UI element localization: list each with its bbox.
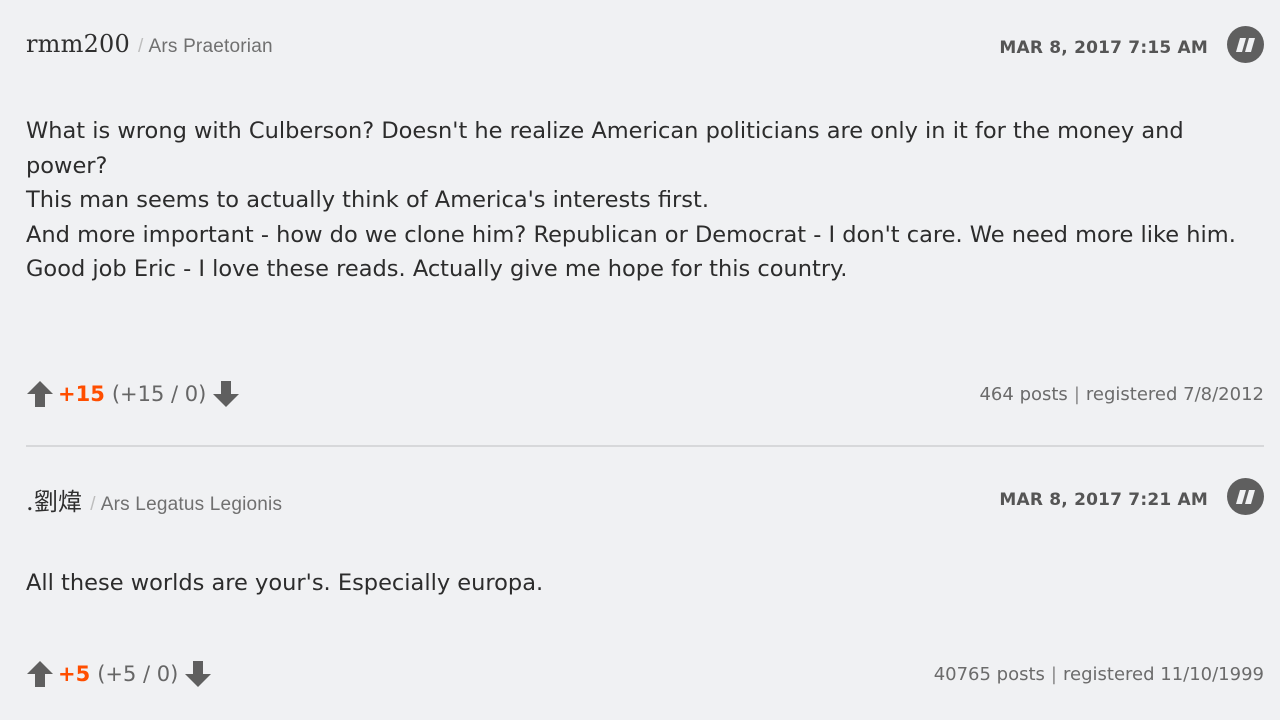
vote-breakdown: (+5 / 0)	[97, 662, 179, 686]
vote-score: +15	[58, 382, 105, 406]
upvote-arrow-icon[interactable]	[26, 379, 54, 409]
comment-footer: +15 (+15 / 0) 464 posts | registered 7/8/2…	[26, 377, 1264, 411]
quote-icon	[1236, 38, 1255, 52]
comment: rmm200/Ars Praetorian MAR 8, 2017 7:15 A…	[26, 26, 1264, 407]
author-name[interactable]: .劉煒 / Ars Legatus Legionis	[26, 482, 282, 517]
post-timestamp[interactable]: MAR 8, 2017 7:15 AM	[999, 38, 1208, 58]
comment-body: What is wrong with Culberson? Doesn't he…	[26, 118, 1236, 282]
comment-header: .劉煒 / Ars Legatus Legionis MAR 8, 2017 7:2…	[26, 478, 1264, 518]
downvote-arrow-icon[interactable]	[212, 379, 240, 409]
author-rank: / Ars Praetorian	[138, 36, 273, 57]
post-count[interactable]: 464 posts	[979, 384, 1067, 405]
post-count[interactable]: 40765 posts	[934, 664, 1045, 685]
author-rank: / Ars Legatus Legionis	[90, 494, 283, 515]
vote-controls: +15 (+15 / 0)	[26, 377, 240, 411]
post-timestamp[interactable]: MAR 8, 2017 7:21 AM	[999, 490, 1208, 510]
comment-footer: +5 (+5 / 0) 40765 posts | registered 11/10…	[26, 657, 1264, 691]
quote-icon	[1236, 490, 1255, 504]
comment-divider	[26, 445, 1264, 447]
vote-breakdown: (+15 / 0)	[111, 382, 207, 406]
downvote-arrow-icon[interactable]	[184, 659, 212, 689]
quote-button[interactable]	[1227, 26, 1264, 63]
comment-body: All these worlds are your's. Especially …	[26, 570, 544, 596]
comment-header: rmm200/Ars Praetorian MAR 8, 2017 7:15 A…	[26, 26, 1264, 66]
registration-date: registered 7/8/2012	[1085, 384, 1264, 405]
quote-button[interactable]	[1227, 478, 1264, 515]
vote-score: +5	[58, 662, 91, 686]
upvote-arrow-icon[interactable]	[26, 659, 54, 689]
comment: .劉煒 / Ars Legatus Legionis MAR 8, 2017 7:2…	[26, 478, 1264, 687]
author-meta: 464 posts | registered 7/8/2012	[979, 384, 1264, 405]
author-meta: 40765 posts | registered 11/10/1999	[933, 664, 1264, 685]
author-name[interactable]: rmm200/Ars Praetorian	[26, 30, 273, 58]
registration-date: registered 11/10/1999	[1063, 664, 1264, 685]
vote-controls: +5 (+5 / 0)	[26, 657, 212, 691]
